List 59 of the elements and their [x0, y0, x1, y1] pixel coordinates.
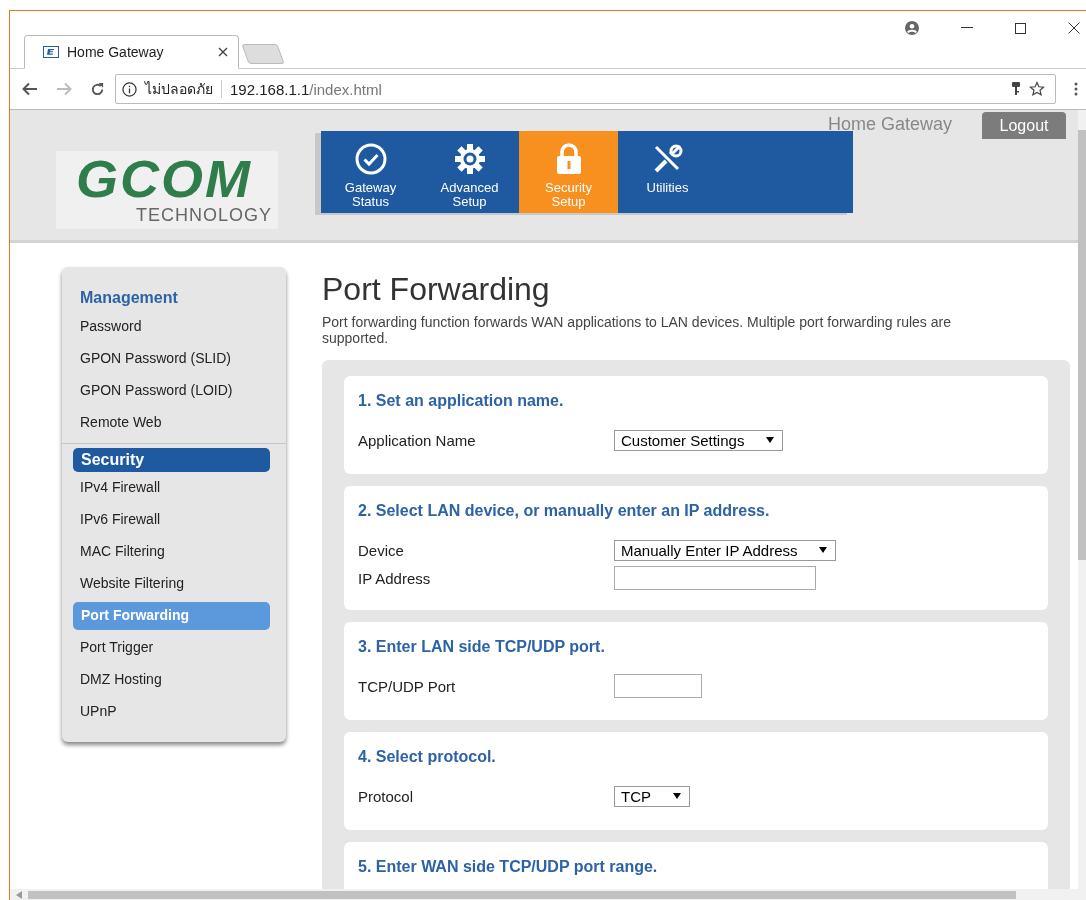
field-label: Device — [358, 541, 405, 559]
dropdown[interactable]: Manually Enter IP Address — [614, 539, 837, 561]
address-bar[interactable]: ไม่ปลอดภัย 192.168.1.1/index.html — [115, 74, 1056, 104]
section-title: 4. Select protocol. — [358, 748, 497, 766]
page-icon — [43, 46, 59, 58]
nav-tab[interactable]: Utilities — [618, 131, 717, 213]
input-field[interactable] — [614, 566, 816, 590]
sidebar-item[interactable]: MAC Filtering — [62, 536, 286, 568]
sidebar-item[interactable]: GPON Password (LOID) — [62, 375, 286, 407]
lock-icon — [554, 143, 583, 175]
field-label: TCP/UDP Port — [358, 677, 457, 695]
url-text: 192.168.1.1/index.html — [230, 80, 382, 98]
section-title: 1. Set an application name. — [358, 392, 565, 410]
gear-icon — [453, 143, 486, 175]
nav-tab[interactable]: Advanced Setup — [420, 131, 519, 213]
logout-button[interactable]: Logout — [982, 112, 1066, 139]
dropdown-arrow-icon — [819, 547, 828, 553]
security-label: ไม่ปลอดภัย — [145, 80, 213, 99]
sidebar-heading[interactable]: Management — [62, 287, 286, 311]
close-icon[interactable] — [218, 47, 228, 57]
section-title: 2. Select LAN device, or manually enter an IP address. — [358, 502, 771, 520]
field-label: Protocol — [358, 787, 415, 805]
sidebar-item[interactable]: UPnP — [62, 696, 286, 728]
dropdown[interactable]: Customer Settings — [614, 429, 784, 451]
dropdown-arrow-icon — [673, 793, 681, 799]
dropdown-arrow-icon — [766, 437, 775, 443]
product-name: Home Gateway — [827, 114, 952, 135]
sidebar-item[interactable]: Remote Web — [62, 407, 286, 439]
check-circle-icon — [354, 143, 387, 175]
section-title: 5. Enter WAN side TCP/UDP port range. — [358, 858, 659, 876]
input-field[interactable] — [614, 674, 702, 698]
sidebar-item[interactable]: Password — [62, 311, 286, 343]
page-description: Port forwarding function forwards WAN applications to LAN devices. Multiple port forwarding rules are supported. — [322, 314, 952, 346]
sidebar-item[interactable]: IPv4 Firewall — [62, 472, 286, 504]
sidebar-item[interactable]: Website Filtering — [62, 568, 286, 600]
nav-tab[interactable]: Gateway Status — [321, 131, 420, 213]
sidebar-item[interactable]: GPON Password (SLID) — [62, 343, 286, 375]
close-icon[interactable] — [1068, 22, 1080, 34]
logo: GCOM TECHNOLOGY — [56, 151, 278, 229]
star-icon[interactable] — [1029, 81, 1045, 97]
tab-title: Home Gateway — [67, 44, 165, 60]
sidebar-item[interactable]: DMZ Hosting — [62, 664, 286, 696]
dropdown[interactable]: TCP — [614, 785, 690, 807]
section-title: 3. Enter LAN side TCP/UDP port. — [358, 638, 606, 656]
profile-icon[interactable] — [905, 21, 919, 35]
back-icon[interactable] — [22, 82, 38, 96]
menu-icon[interactable] — [1074, 82, 1078, 96]
info-icon[interactable] — [122, 81, 137, 97]
key-icon[interactable] — [1011, 82, 1021, 96]
minimize-icon[interactable] — [961, 27, 973, 29]
field-label: IP Address — [358, 569, 432, 587]
reload-icon[interactable] — [90, 81, 105, 97]
page-title: Port Forwarding — [322, 271, 551, 308]
sidebar-item[interactable]: Port Trigger — [62, 632, 286, 664]
sidebar-heading[interactable]: Security — [73, 448, 270, 472]
maximize-icon[interactable] — [1015, 22, 1026, 34]
browser-tab[interactable]: Home Gateway — [24, 35, 239, 69]
sidebar-item[interactable]: IPv6 Firewall — [62, 504, 286, 536]
field-label: Application Name — [358, 431, 477, 449]
